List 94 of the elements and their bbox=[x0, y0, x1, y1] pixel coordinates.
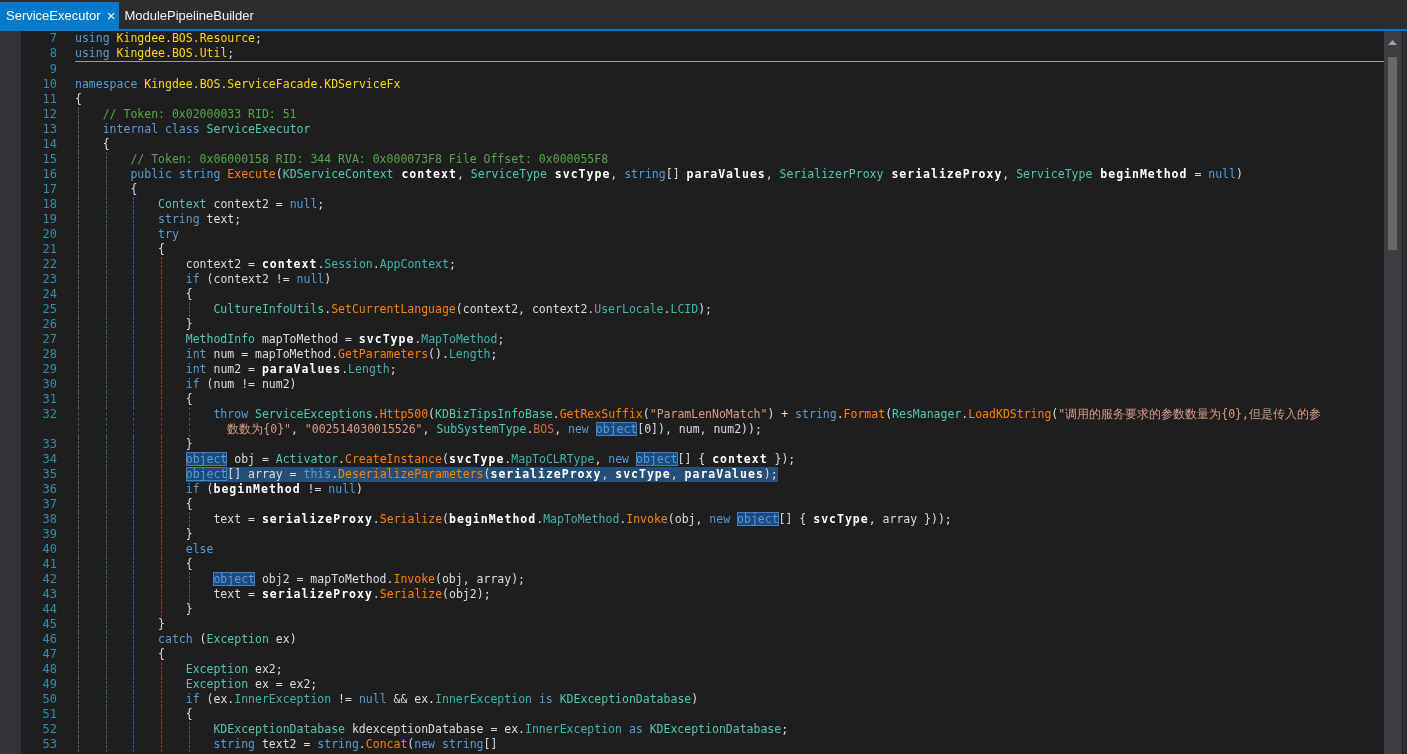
code-line: } bbox=[185, 602, 193, 617]
line-number: 7 bbox=[49, 31, 57, 46]
line-number: 24 bbox=[42, 287, 57, 302]
file-tab[interactable]: ServiceExecutor × bbox=[0, 2, 120, 29]
line-number: 28 bbox=[42, 347, 57, 362]
code-line: { bbox=[185, 287, 193, 302]
line-number: 21 bbox=[42, 242, 57, 257]
line-number: 35 bbox=[42, 467, 57, 482]
code-line: { bbox=[185, 707, 193, 722]
line-number: 42 bbox=[42, 572, 57, 587]
line-number: 44 bbox=[42, 602, 57, 617]
code-line: } bbox=[158, 617, 165, 632]
code-line: // Token: 0x06000158 RID: 344 RVA: 0x000073F8 File Offset: 0x000055F8 bbox=[130, 152, 609, 167]
code-line: internal class ServiceExecutor bbox=[102, 122, 311, 137]
line-number: 13 bbox=[42, 122, 57, 137]
line-number: 41 bbox=[42, 557, 57, 572]
line-number: 53 bbox=[42, 737, 57, 752]
line-number: 27 bbox=[42, 332, 57, 347]
line-number: 11 bbox=[42, 92, 57, 107]
code-line: using Kingdee.BOS.Util; bbox=[75, 46, 235, 61]
line-number: 52 bbox=[42, 722, 57, 737]
line-number: 26 bbox=[42, 317, 57, 332]
code-line: catch (Exception ex) bbox=[158, 632, 297, 647]
code-line: text = serializeProxy.Serialize(obj2); bbox=[213, 587, 491, 602]
code-line: { bbox=[185, 557, 193, 572]
scroll-up-icon bbox=[1388, 39, 1397, 45]
line-number: 30 bbox=[42, 377, 57, 392]
code-line: } bbox=[185, 437, 193, 452]
line-number: 45 bbox=[42, 617, 57, 632]
code-line: int num2 = paraValues.Length; bbox=[185, 362, 397, 377]
code-line: KDExceptionDatabase kdexceptionDatabase = ex.InnerException as KDExceptionDatabase; bbox=[213, 722, 789, 737]
code-line: object obj2 = mapToMethod.Invoke(obj, array); bbox=[213, 572, 526, 587]
code-line: } bbox=[185, 527, 193, 542]
code-line: if (num != num2) bbox=[185, 377, 297, 392]
line-number: 25 bbox=[42, 302, 57, 317]
line-number: 36 bbox=[42, 482, 57, 497]
code-line: int num = mapToMethod.GetParameters().Length; bbox=[185, 347, 498, 362]
line-number: 17 bbox=[42, 182, 57, 197]
code-line: public string Execute(KDServiceContext context, ServiceType svcType, string[] paraValues, SerializerProxy serializeProxy, ServiceType beginMethod = null) bbox=[130, 167, 1243, 182]
line-number: 18 bbox=[42, 197, 57, 212]
line-number: 40 bbox=[42, 542, 57, 557]
line-number: 15 bbox=[42, 152, 57, 167]
code-line: using Kingdee.BOS.Resource; bbox=[75, 31, 262, 46]
code-line: Exception ex2; bbox=[185, 662, 283, 677]
code-line: Exception ex = ex2; bbox=[185, 677, 318, 692]
line-number: 20 bbox=[42, 227, 57, 242]
code-line: { bbox=[185, 392, 193, 407]
code-line: { bbox=[75, 92, 82, 107]
scrollbar-thumb[interactable] bbox=[1388, 57, 1397, 250]
line-number: 49 bbox=[42, 677, 57, 692]
line-number: 12 bbox=[42, 107, 57, 122]
code-line: { bbox=[185, 497, 193, 512]
line-number: 8 bbox=[49, 46, 57, 61]
line-number: 10 bbox=[42, 77, 57, 92]
code-line: string text; bbox=[158, 212, 242, 227]
code-line: else bbox=[185, 542, 214, 557]
code-line: if (beginMethod != null) bbox=[185, 482, 363, 497]
code-line: { bbox=[102, 137, 110, 152]
close-button[interactable]: × bbox=[106, 8, 116, 23]
line-number: 37 bbox=[42, 497, 57, 512]
line-number: 22 bbox=[42, 257, 57, 272]
line-number: 16 bbox=[42, 167, 57, 182]
code-line: { bbox=[130, 182, 138, 197]
line-number: 47 bbox=[42, 647, 57, 662]
line-number: 38 bbox=[42, 512, 57, 527]
line-number: 19 bbox=[42, 212, 57, 227]
line-number: 51 bbox=[42, 707, 57, 722]
code-line: namespace Kingdee.BOS.ServiceFacade.KDServiceFx bbox=[75, 77, 401, 92]
line-number: 32 bbox=[42, 407, 57, 422]
line-number: 50 bbox=[42, 692, 57, 707]
line-number: 14 bbox=[42, 137, 57, 152]
code-line: if (context2 != null) bbox=[185, 272, 332, 287]
code-line: } bbox=[185, 317, 193, 332]
code-line: CultureInfoUtils.SetCurrentLanguage(context2, context2.UserLocale.LCID); bbox=[213, 302, 712, 317]
code-line: Context context2 = null; bbox=[158, 197, 325, 212]
line-number: 34 bbox=[42, 452, 57, 467]
code-line: string text2 = string.Concat(new string[] bbox=[213, 737, 498, 752]
line-number: 29 bbox=[42, 362, 57, 377]
line-number: 46 bbox=[42, 632, 57, 647]
code-line: context2 = context.Session.AppContext; bbox=[185, 257, 456, 272]
line-number: 23 bbox=[42, 272, 57, 287]
line-number: 33 bbox=[42, 437, 57, 452]
code-line: { bbox=[158, 242, 165, 257]
code-line: MethodInfo mapToMethod = svcType.MapToMethod; bbox=[185, 332, 505, 347]
code-line: try bbox=[158, 227, 179, 242]
line-number: 48 bbox=[42, 662, 57, 677]
code-line: if (ex.InnerException != null && ex.InnerException is KDExceptionDatabase) bbox=[185, 692, 699, 707]
line-number: 31 bbox=[42, 392, 57, 407]
code-line: { bbox=[158, 647, 165, 662]
line-number: 39 bbox=[42, 527, 57, 542]
line-number: 9 bbox=[49, 62, 57, 77]
code-line: // Token: 0x02000033 RID: 51 bbox=[102, 107, 297, 122]
file-tab[interactable]: ModulePipelineBuilder bbox=[119, 2, 259, 29]
line-number: 43 bbox=[42, 587, 57, 602]
